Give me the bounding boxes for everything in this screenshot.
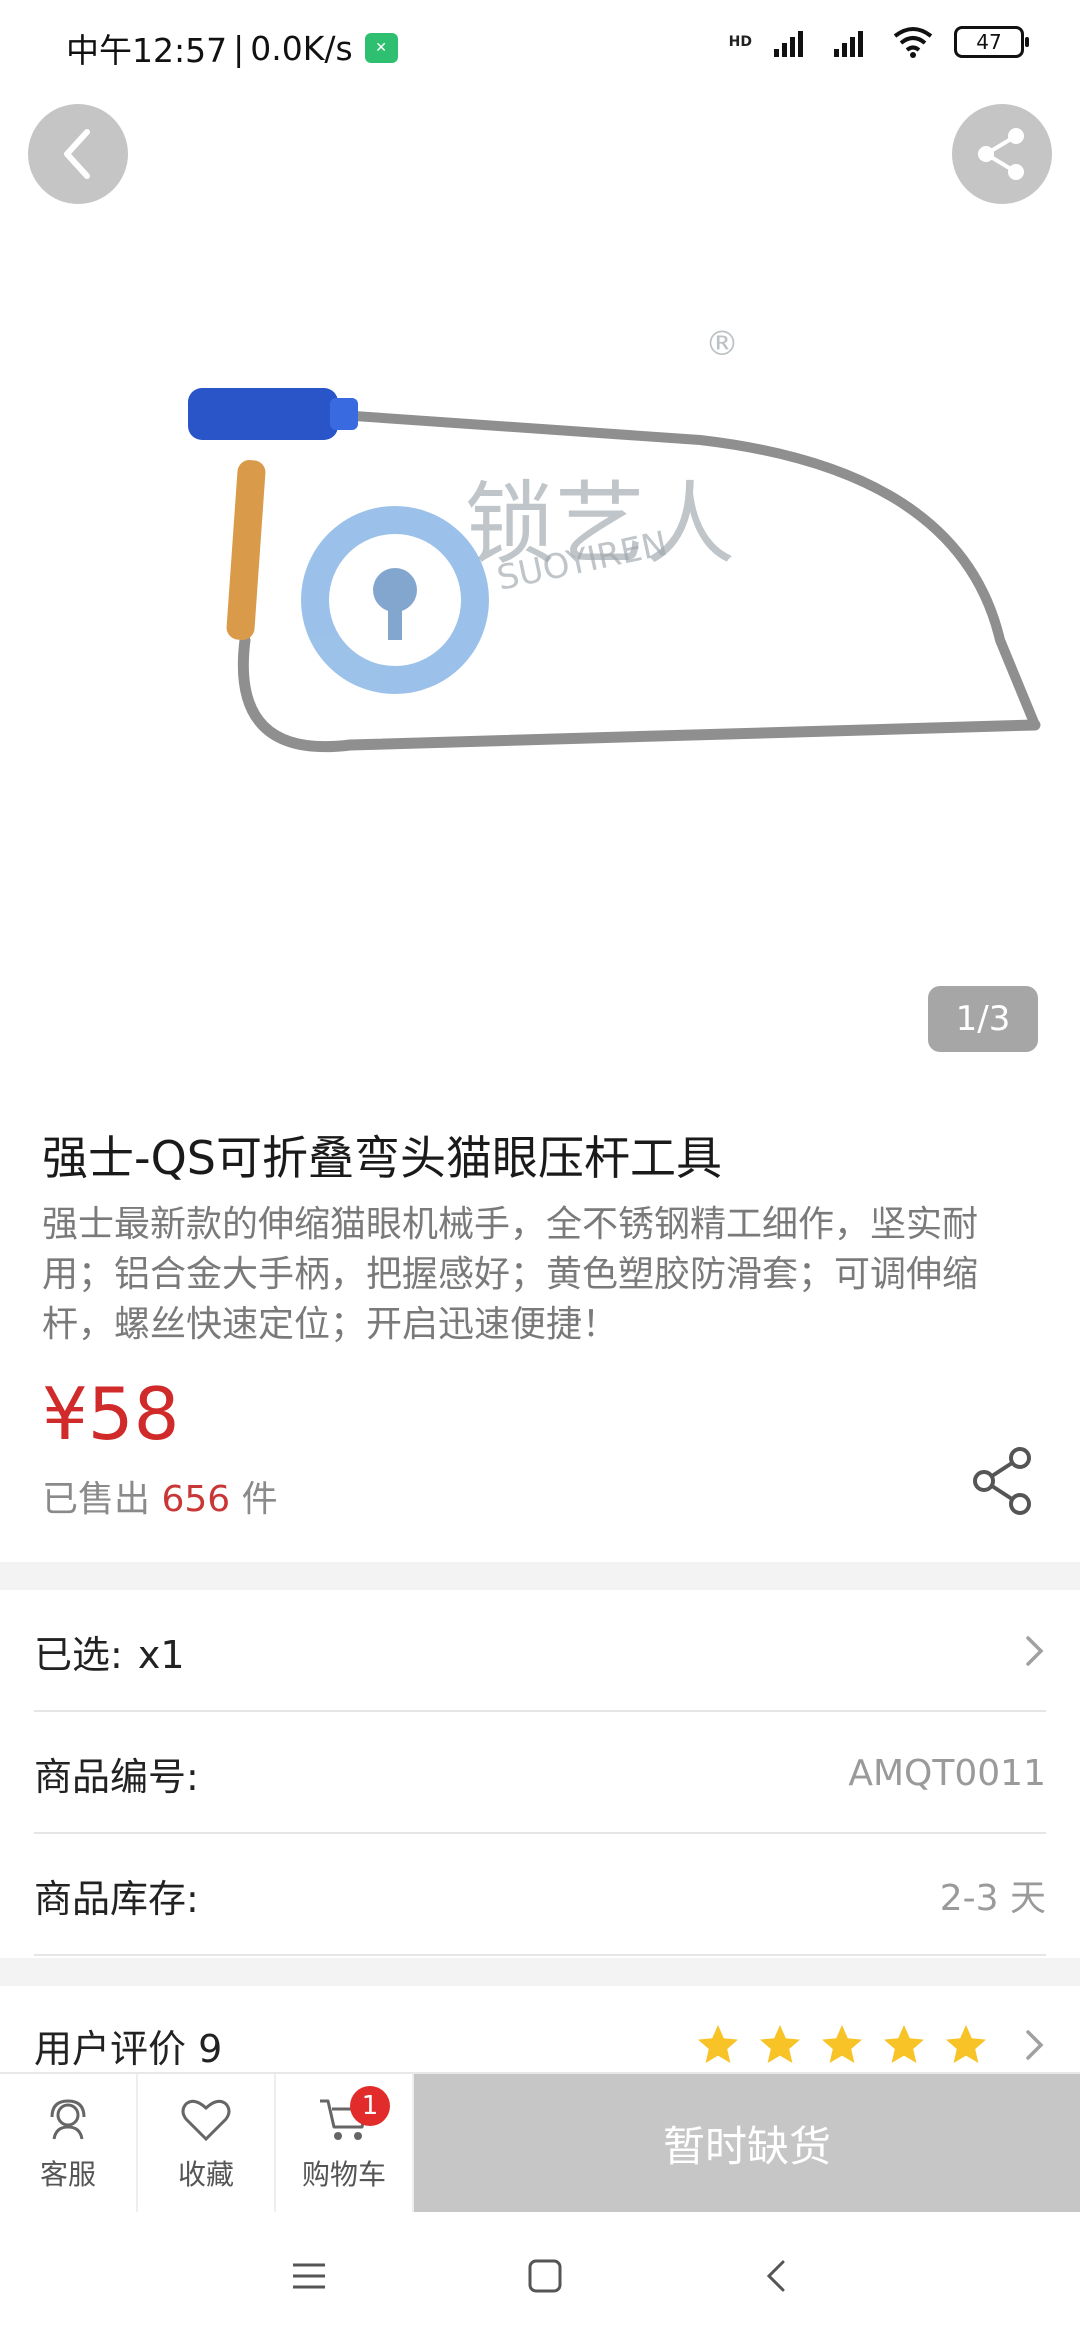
sku-value: AMQT0011: [848, 1752, 1046, 1794]
sold-count-text: 已售出 656 件: [42, 1470, 278, 1522]
back-nav-icon[interactable]: [763, 2258, 789, 2294]
app-notification-icon: ✕: [364, 33, 398, 63]
reviews-label: 用户评价 9: [34, 2026, 223, 2071]
product-title: 强士-QS可折叠弯头猫眼压杆工具: [42, 1131, 723, 1185]
signal-icon: [774, 31, 803, 57]
product-description: 强士最新款的伸缩猫眼机械手，全不锈钢精工细作，坚实耐用；铝合金大手柄，把握感好；…: [42, 1204, 979, 1345]
selected-value: x1: [137, 1632, 185, 1677]
gallery-page-indicator: 1/3: [928, 986, 1038, 1052]
sku-row: 商品编号: AMQT0011: [34, 1714, 1046, 1834]
status-bar: 中午12:57 | 0.0K/s ✕ HD 47: [0, 0, 1080, 96]
wifi-icon: [893, 27, 933, 58]
cart-label: 购物车: [301, 2158, 386, 2191]
section-divider: [0, 1562, 1080, 1590]
chevron-right-icon: [1026, 2030, 1044, 2060]
product-image: 锁艺人 SUOYIREN ®: [188, 324, 1041, 753]
favorite-label: 收藏: [177, 2158, 234, 2191]
home-icon[interactable]: [527, 2258, 563, 2294]
sold-prefix: 已售出: [42, 1479, 151, 1520]
svg-text:®: ®: [705, 324, 739, 364]
star-icon: [822, 2025, 862, 2063]
battery-indicator: 47: [954, 26, 1029, 58]
share-icon: [978, 128, 1024, 180]
stock-label: 商品库存:: [34, 1876, 199, 1921]
network-type-label: HD: [728, 34, 752, 50]
star-icon: [760, 2025, 800, 2063]
cart-button[interactable]: 购物车 1: [276, 2074, 414, 2214]
star-icon: [884, 2025, 924, 2063]
product-price: ¥58: [42, 1372, 180, 1456]
selected-label: 已选:: [34, 1632, 123, 1677]
section-divider-2: [0, 1958, 1080, 1986]
bottom-action-bar: 客服 收藏 购物车 1 暂时缺货: [0, 2072, 1080, 2214]
signal-icon-2: [834, 31, 863, 57]
status-time: 中午12:57: [66, 31, 228, 70]
product-gallery[interactable]: 锁艺人 SUOYIREN ® 1/3: [0, 0, 1080, 1100]
heart-icon: [181, 2099, 231, 2142]
back-button[interactable]: [28, 104, 128, 204]
favorite-button[interactable]: 收藏: [138, 2074, 276, 2214]
share-button[interactable]: [952, 104, 1052, 204]
system-nav-bar: [0, 2212, 1080, 2340]
stock-value: 2-3 天: [939, 1878, 1046, 1919]
sold-count: 656: [161, 1479, 231, 1520]
cart-count-badge: 1: [350, 2086, 390, 2126]
customer-service-label: 客服: [39, 2158, 96, 2191]
share-icon-small[interactable]: [970, 1446, 1036, 1516]
out-of-stock-button[interactable]: 暂时缺货: [414, 2074, 1080, 2212]
headset-icon: [50, 2099, 86, 2140]
status-speed: 0.0K/s: [250, 28, 353, 68]
sold-suffix: 件: [241, 1479, 278, 1520]
sku-label: 商品编号:: [34, 1754, 199, 1799]
selected-options-row[interactable]: 已选: x1: [34, 1592, 1046, 1712]
rating-stars: [694, 2021, 1046, 2069]
stock-row: 商品库存: 2-3 天: [34, 1836, 1046, 1956]
menu-icon[interactable]: [291, 2261, 327, 2291]
chevron-right-icon: [1026, 1636, 1044, 1666]
star-icon: [698, 2025, 738, 2063]
customer-service-button[interactable]: 客服: [0, 2074, 138, 2214]
star-icon: [946, 2025, 986, 2063]
chevron-left-icon: [64, 129, 90, 179]
